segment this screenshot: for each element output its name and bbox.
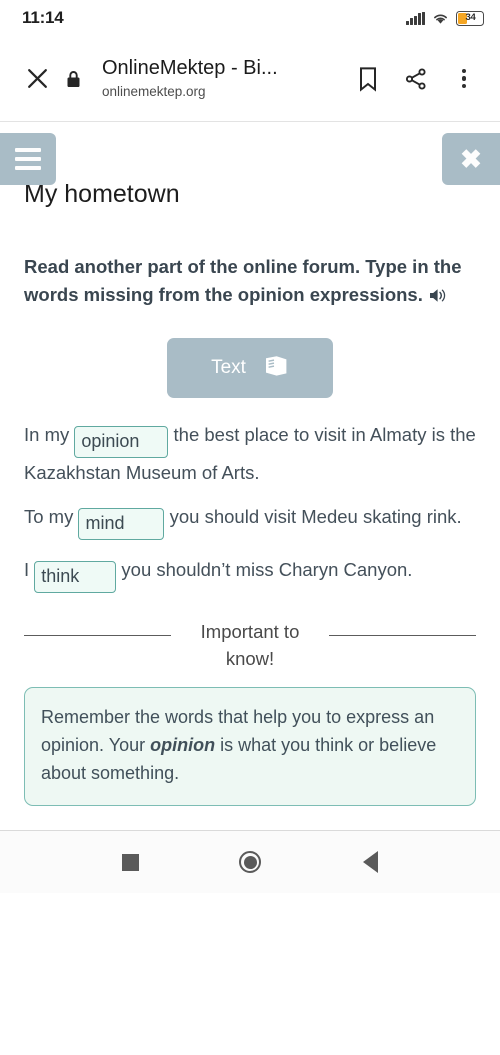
task-instruction: Read another part of the online forum. T… <box>24 253 476 313</box>
sentence-suffix: you should visit Medeu skating rink. <box>169 505 462 527</box>
sentence-row: I you shouldn’t miss Charyn Canyon. <box>24 555 476 593</box>
back-triangle-icon[interactable] <box>347 839 393 885</box>
important-info-text: Remember the words that help you to expr… <box>41 704 459 788</box>
cellular-signal-icon <box>406 11 425 25</box>
answer-input-2[interactable] <box>78 507 165 540</box>
home-circle-icon[interactable] <box>227 839 273 885</box>
share-icon[interactable] <box>392 55 440 103</box>
close-x-icon[interactable]: ✖ <box>442 133 500 185</box>
wifi-icon <box>432 11 449 25</box>
text-button[interactable]: Text <box>167 337 333 398</box>
site-url: onlinemektep.org <box>102 83 206 99</box>
text-button-label: Text <box>211 356 246 378</box>
important-info-box: Remember the words that help you to expr… <box>24 687 476 807</box>
site-title: OnlineMektep - Bi... <box>102 56 278 79</box>
sentence-prefix: I <box>24 558 30 580</box>
hamburger-menu-icon[interactable] <box>0 133 56 185</box>
sentence-prefix: To my <box>24 505 74 527</box>
scroll-region[interactable]: ✖ My hometown Read another part of the o… <box>0 122 500 893</box>
book-icon <box>263 355 289 380</box>
battery-icon: 34 <box>456 10 484 26</box>
page-title: My hometown <box>24 180 180 208</box>
divider-line-left <box>24 634 171 636</box>
answer-input-1[interactable] <box>74 425 169 458</box>
lock-icon[interactable] <box>60 70 86 88</box>
status-icons: 34 <box>406 10 484 26</box>
speaker-audio-icon[interactable] <box>428 284 447 312</box>
task-instruction-text: Read another part of the online forum. T… <box>24 256 462 306</box>
answer-input-3[interactable] <box>34 560 117 593</box>
site-info[interactable]: OnlineMektep - Bi... onlinemektep.org <box>86 56 344 102</box>
exercise-sentences: In my the best place to visit in Almaty … <box>24 420 476 593</box>
important-text-emphasis: opinion <box>150 735 216 756</box>
sentence-suffix: you shouldn’t miss Charyn Canyon. <box>121 558 413 580</box>
sentence-row: In my the best place to visit in Almaty … <box>24 420 476 487</box>
status-bar: 11:14 34 <box>0 0 500 36</box>
android-nav-bar <box>0 830 500 893</box>
browser-toolbar: OnlineMektep - Bi... onlinemektep.org <box>0 36 500 122</box>
lesson-content: My hometown Read another part of the onl… <box>0 179 500 893</box>
bookmark-icon[interactable] <box>344 55 392 103</box>
important-divider-label: Important to know! <box>200 620 300 669</box>
recents-square-icon[interactable] <box>107 839 153 885</box>
close-icon[interactable] <box>16 58 58 100</box>
important-divider: Important to know! <box>24 619 476 673</box>
status-time: 11:14 <box>22 8 64 27</box>
battery-level: 34 <box>465 12 476 24</box>
page-content: ✖ My hometown Read another part of the o… <box>0 122 500 893</box>
page-topbar: ✖ <box>0 122 500 185</box>
text-button-row: Text <box>24 337 476 398</box>
sentence-prefix: In my <box>24 423 70 445</box>
divider-line-right <box>329 634 476 636</box>
sentence-row: To my you should visit Medeu skating rin… <box>24 502 476 540</box>
more-vertical-icon[interactable] <box>440 55 488 103</box>
